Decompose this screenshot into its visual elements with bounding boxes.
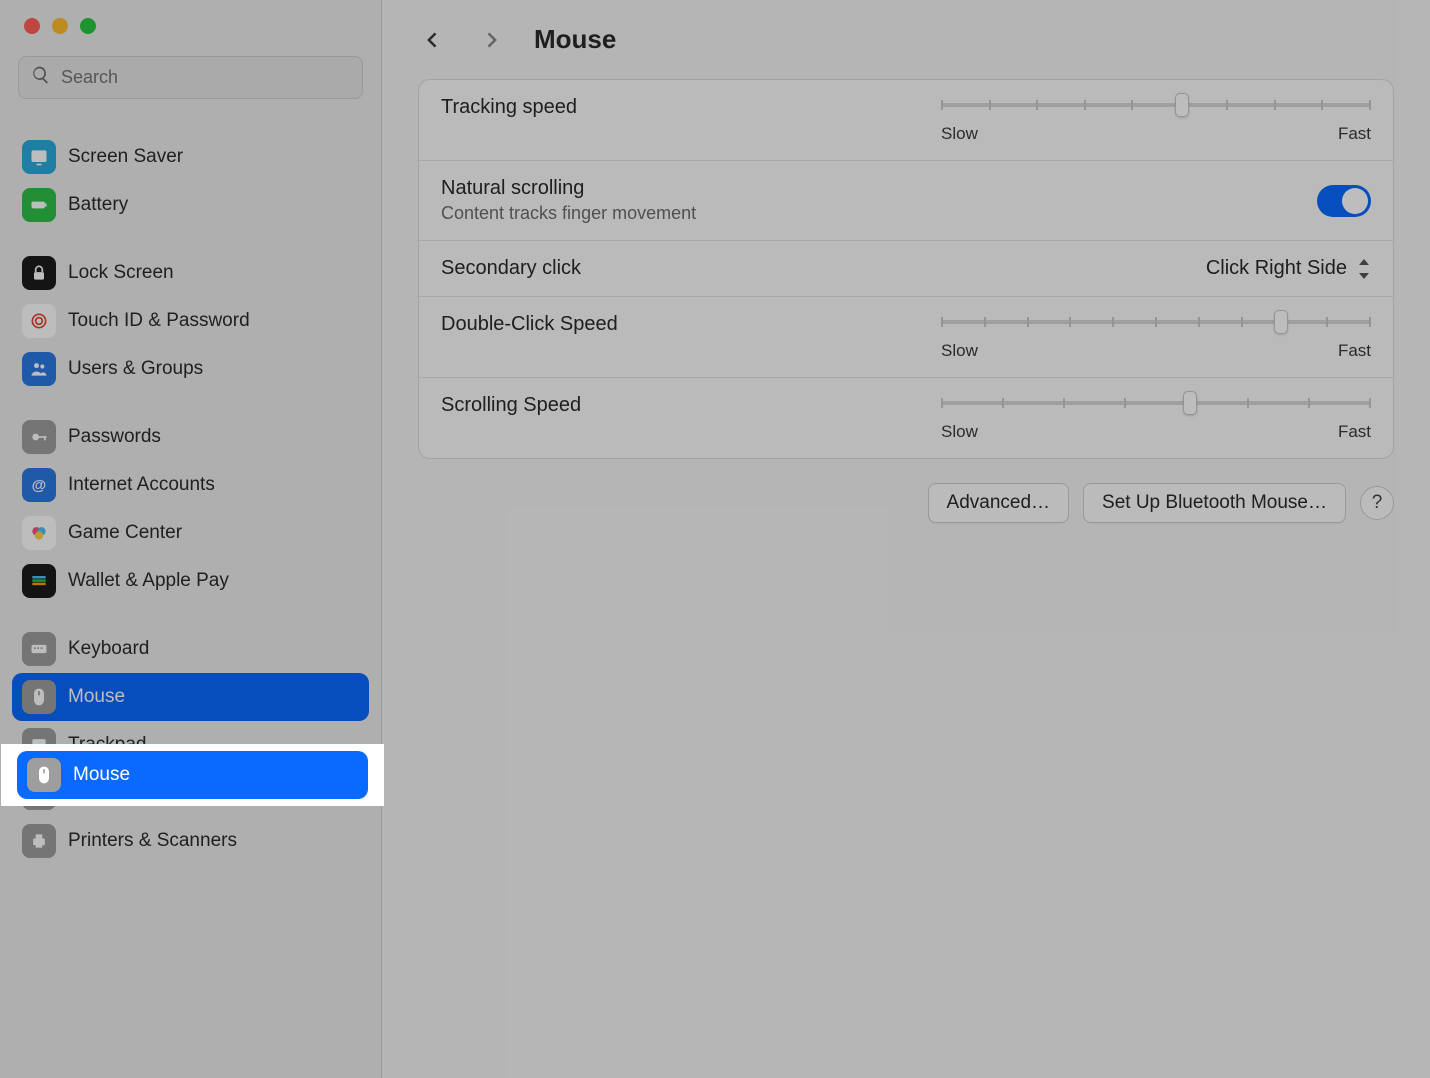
tracking-speed-slider[interactable] — [941, 96, 1371, 114]
settings-panel: Tracking speed Slow Fast Natural scrolli… — [418, 79, 1394, 459]
sidebar-item-keyboard[interactable]: Keyboard — [12, 625, 369, 673]
users-icon — [22, 352, 56, 386]
sidebar-item-label: Keyboard — [68, 638, 149, 660]
fullscreen-window-button[interactable] — [80, 18, 96, 34]
sidebar-item-passwords[interactable]: Passwords — [12, 413, 369, 461]
sidebar-item-printer[interactable]: Printers & Scanners — [12, 817, 369, 865]
keyboard-icon — [22, 632, 56, 666]
sidebar-item-gamecenter[interactable]: Game Center — [12, 509, 369, 557]
footer-buttons: Advanced… Set Up Bluetooth Mouse… ? — [382, 459, 1430, 547]
sidebar-item-wallet[interactable]: Wallet & Apple Pay — [12, 557, 369, 605]
sidebar-item-battery[interactable]: Battery — [12, 181, 369, 229]
sidebar-item-label: Passwords — [68, 426, 161, 448]
highlight-overlay: Mouse — [1, 744, 384, 806]
slider-max-label: Fast — [1338, 341, 1371, 361]
natural-scrolling-label: Natural scrolling — [441, 177, 696, 200]
sidebar-item-label: Printers & Scanners — [68, 830, 237, 852]
sidebar-item-mouse-highlighted[interactable]: Mouse — [17, 751, 368, 799]
battery-icon — [22, 188, 56, 222]
natural-scrolling-switch[interactable] — [1317, 185, 1371, 217]
slider-min-label: Slow — [941, 124, 978, 144]
slider-thumb[interactable] — [1183, 391, 1197, 415]
at-icon: @ — [22, 468, 56, 502]
tracking-speed-label: Tracking speed — [441, 96, 577, 119]
window-controls — [0, 0, 381, 46]
minimize-window-button[interactable] — [52, 18, 68, 34]
content-header: Mouse — [382, 0, 1430, 79]
lock-icon — [22, 256, 56, 290]
slider-thumb[interactable] — [1175, 93, 1189, 117]
row-scrolling-speed: Scrolling Speed Slow Fast — [419, 378, 1393, 458]
natural-scrolling-sublabel: Content tracks finger movement — [441, 203, 696, 224]
row-double-click-speed: Double-Click Speed Slow Fast — [419, 297, 1393, 378]
sidebar-item-label: Users & Groups — [68, 358, 203, 380]
close-window-button[interactable] — [24, 18, 40, 34]
help-button[interactable]: ? — [1360, 486, 1394, 520]
advanced-button[interactable]: Advanced… — [928, 483, 1070, 523]
scrolling-speed-label: Scrolling Speed — [441, 394, 581, 417]
sidebar-item-label: Screen Saver — [68, 146, 183, 168]
secondary-click-dropdown[interactable]: Click Right Side — [1206, 257, 1371, 280]
double-click-speed-slider[interactable] — [941, 313, 1371, 331]
main-content: Mouse Tracking speed Slow Fast — [382, 0, 1430, 1078]
gamecenter-icon — [22, 516, 56, 550]
sidebar-item-mouse[interactable]: Mouse — [12, 673, 369, 721]
sidebar-item-label: Mouse — [68, 686, 125, 708]
mouse-icon — [27, 758, 61, 792]
sidebar-item-label: Game Center — [68, 522, 182, 544]
scrolling-speed-slider[interactable] — [941, 394, 1371, 412]
slider-min-label: Slow — [941, 422, 978, 442]
sidebar-item-label: Wallet & Apple Pay — [68, 570, 229, 592]
search-icon — [31, 65, 51, 90]
nav-forward-button[interactable] — [476, 25, 506, 55]
sidebar-item-label: Touch ID & Password — [68, 310, 250, 332]
sidebar-item-lock[interactable]: Lock Screen — [12, 249, 369, 297]
double-click-speed-label: Double-Click Speed — [441, 313, 618, 336]
sidebar-list: Screen Saver Battery Lock Screen Touch ID &… — [0, 113, 381, 1078]
nav-back-button[interactable] — [418, 25, 448, 55]
passwords-icon — [22, 420, 56, 454]
search-field[interactable] — [18, 56, 363, 99]
secondary-click-value: Click Right Side — [1206, 257, 1347, 280]
sidebar-item-label: Lock Screen — [68, 262, 174, 284]
sidebar-item-screensaver[interactable]: Screen Saver — [12, 133, 369, 181]
secondary-click-label: Secondary click — [441, 257, 581, 280]
wallet-icon — [22, 564, 56, 598]
sidebar: Screen Saver Battery Lock Screen Touch ID &… — [0, 0, 382, 1078]
chevron-up-down-icon — [1357, 259, 1371, 279]
setup-bluetooth-mouse-button[interactable]: Set Up Bluetooth Mouse… — [1083, 483, 1346, 523]
svg-text:@: @ — [32, 477, 47, 494]
system-settings-window: Screen Saver Battery Lock Screen Touch ID &… — [0, 0, 1430, 1078]
printer-icon — [22, 824, 56, 858]
sidebar-item-users[interactable]: Users & Groups — [12, 345, 369, 393]
slider-min-label: Slow — [941, 341, 978, 361]
screensaver-icon — [22, 140, 56, 174]
row-secondary-click: Secondary click Click Right Side — [419, 241, 1393, 297]
slider-max-label: Fast — [1338, 422, 1371, 442]
sidebar-item-label: Battery — [68, 194, 128, 216]
sidebar-item-label: Internet Accounts — [68, 474, 215, 496]
slider-thumb[interactable] — [1274, 310, 1288, 334]
sidebar-item-at[interactable]: @ Internet Accounts — [12, 461, 369, 509]
sidebar-item-touchid[interactable]: Touch ID & Password — [12, 297, 369, 345]
slider-max-label: Fast — [1338, 124, 1371, 144]
page-title: Mouse — [534, 24, 616, 55]
sidebar-item-label: Mouse — [73, 764, 130, 786]
search-input[interactable] — [61, 67, 350, 88]
mouse-icon — [22, 680, 56, 714]
row-natural-scrolling: Natural scrolling Content tracks finger … — [419, 161, 1393, 241]
row-tracking-speed: Tracking speed Slow Fast — [419, 80, 1393, 161]
touchid-icon — [22, 304, 56, 338]
